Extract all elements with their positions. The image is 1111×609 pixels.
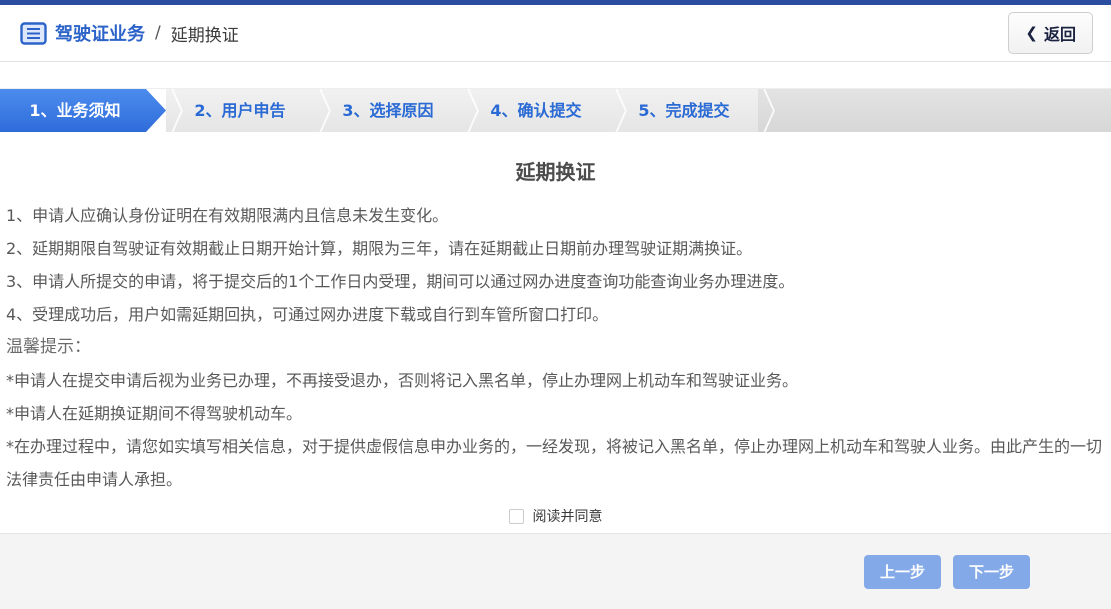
- tip-item-3: *在办理过程中，请您如实填写相关信息，对于提供虚假信息申办业务的，一经发现，将被…: [6, 430, 1105, 496]
- step-label: 3、选择原因: [342, 101, 433, 120]
- breadcrumb-section-link[interactable]: 驾驶证业务: [55, 20, 145, 46]
- step-4-confirm-submit: 4、确认提交: [462, 89, 610, 132]
- step-separator-chevron-icon: [316, 89, 334, 132]
- chevron-left-icon: ❮: [1025, 24, 1038, 42]
- notice-item-1: 1、申请人应确认身份证明在有效期限满内且信息未发生变化。: [6, 199, 1105, 232]
- breadcrumb-separator: /: [155, 23, 161, 43]
- step-separator-chevron-icon: [168, 89, 186, 132]
- breadcrumb-current-page: 延期换证: [171, 21, 239, 46]
- back-button-label: 返回: [1044, 21, 1076, 45]
- step-label: 5、完成提交: [638, 101, 729, 120]
- page: 驾驶证业务 / 延期换证 ❮ 返回 1、业务须知 2、用户申告 3、选择原因 4…: [0, 0, 1111, 609]
- step-separator-chevron-icon: [612, 89, 630, 132]
- step-bar-tail: [758, 89, 1111, 132]
- step-separator-chevron-icon: [760, 89, 778, 132]
- agree-checkbox[interactable]: [509, 509, 524, 524]
- step-label: 4、确认提交: [490, 101, 581, 120]
- tip-item-2: *申请人在延期换证期间不得驾驶机动车。: [6, 397, 1105, 430]
- agree-row: 阅读并同意: [6, 506, 1105, 526]
- step-label: 2、用户申告: [194, 101, 285, 120]
- step-label: 1、业务须知: [29, 101, 120, 120]
- notice-item-2: 2、延期期限自驾驶证有效期截止日期开始计算，期限为三年，请在延期截止日期前办理驾…: [6, 232, 1105, 265]
- breadcrumb: 驾驶证业务 / 延期换证: [20, 20, 239, 46]
- page-title: 延期换证: [6, 156, 1105, 185]
- step-separator-chevron-icon: [464, 89, 482, 132]
- back-button[interactable]: ❮ 返回: [1008, 12, 1093, 54]
- prev-step-button[interactable]: 上一步: [864, 555, 941, 589]
- tips-heading: 温馨提示：: [6, 331, 1105, 364]
- step-1-business-notice: 1、业务须知: [0, 89, 166, 132]
- notice-item-4: 4、受理成功后，用户如需延期回执，可通过网办进度下载或自行到车管所窗口打印。: [6, 298, 1105, 331]
- step-2-user-declaration: 2、用户申告: [166, 89, 314, 132]
- next-step-button[interactable]: 下一步: [953, 555, 1030, 589]
- step-5-complete-submit: 5、完成提交: [610, 89, 758, 132]
- tip-item-1: *申请人在提交申请后视为业务已办理，不再接受退办，否则将记入黑名单，停止办理网上…: [6, 364, 1105, 397]
- step-progress-bar: 1、业务须知 2、用户申告 3、选择原因 4、确认提交 5、完成提交: [0, 88, 1111, 132]
- list-icon: [20, 22, 47, 45]
- main-content: 延期换证 1、申请人应确认身份证明在有效期限满内且信息未发生变化。 2、延期期限…: [0, 132, 1111, 533]
- step-3-select-reason: 3、选择原因: [314, 89, 462, 132]
- footer-action-bar: 上一步 下一步: [0, 533, 1111, 609]
- agree-checkbox-label: 阅读并同意: [533, 506, 603, 526]
- header: 驾驶证业务 / 延期换证 ❮ 返回: [0, 5, 1111, 62]
- notice-item-3: 3、申请人所提交的申请，将于提交后的1个工作日内受理，期间可以通过网办进度查询功…: [6, 265, 1105, 298]
